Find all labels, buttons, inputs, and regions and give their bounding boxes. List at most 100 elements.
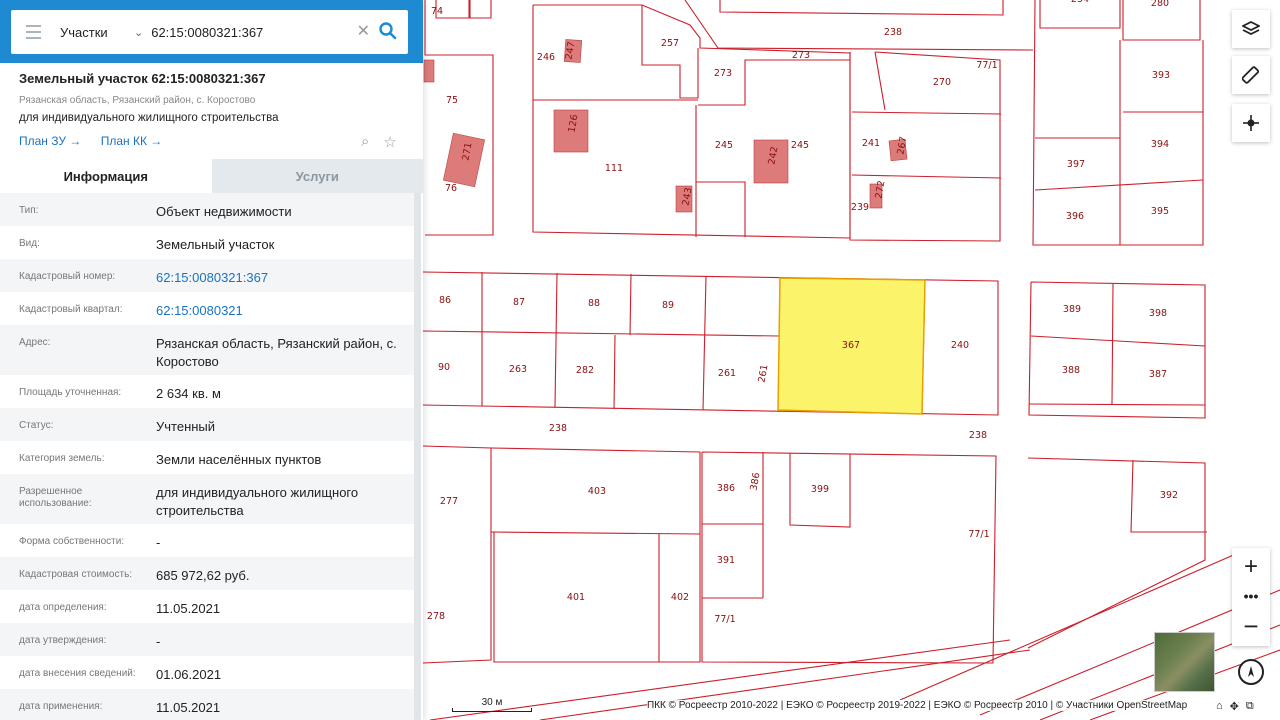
plan-zu-link[interactable]: План ЗУ →	[19, 134, 81, 148]
attribute-row: Статус: Учтенный	[0, 408, 415, 441]
parcel-number-label: 398	[1149, 308, 1167, 319]
attribute-row: Кадастровый номер: 62:15:0080321:367	[0, 259, 415, 292]
parcel-number-label: 391	[717, 555, 735, 566]
attribute-row: Вид: Земельный участок	[0, 226, 415, 259]
parcel-number-label: 245	[715, 140, 733, 151]
attribute-value: Учтенный	[156, 419, 216, 434]
attribute-value: 11.05.2021	[156, 700, 221, 715]
attribute-key: Площадь уточненная:	[19, 387, 122, 398]
parcel-number-label: 389	[1063, 304, 1081, 315]
attribute-value: Рязанская область, Рязанский район, с. К…	[156, 336, 397, 369]
scale-label: 30 м	[481, 697, 503, 708]
parcel-number-label: 282	[576, 365, 594, 376]
compass-icon[interactable]	[1238, 659, 1264, 685]
attribute-key: Статус:	[19, 420, 54, 431]
parcel-number-label: 386	[717, 483, 735, 494]
attribute-key: Тип:	[19, 205, 39, 216]
parcel-number-label: 386	[749, 472, 763, 492]
attribute-key: Адрес:	[19, 337, 51, 348]
attribute-value: для индивидуального жилищного строительс…	[156, 485, 359, 518]
parcel-number-label: 401	[567, 592, 585, 603]
attribute-link[interactable]: 62:15:0080321	[156, 292, 415, 325]
attribute-row: дата внесения сведений: 01.06.2021	[0, 656, 415, 689]
parcel-title: Земельный участок 62:15:0080321:367	[19, 71, 266, 86]
info-panel: Участки ⌄ ✕ ‹ Земельный участок 62:15:00…	[0, 0, 423, 720]
attribute-row: Тип: Объект недвижимости	[0, 193, 415, 226]
zoom-in-button[interactable]: +	[1232, 548, 1270, 586]
more-icon[interactable]: •••	[1232, 586, 1270, 606]
parcel-number-label: 388	[1062, 365, 1080, 376]
parcel-header: Земельный участок 62:15:0080321:367 Ряза…	[19, 71, 414, 124]
parcel-number-label: 367	[842, 340, 860, 351]
attribute-key: дата определения:	[19, 602, 107, 613]
attribute-key: дата внесения сведений:	[19, 668, 136, 679]
attribute-row: дата утверждения: -	[0, 623, 415, 656]
layers-icon[interactable]	[1232, 10, 1270, 48]
star-icon[interactable]: ☆	[383, 133, 396, 151]
parcel-number-label: 77/1	[714, 614, 735, 625]
map-attribution: ПКК © Росреестр 2010-2022 | ЕЭКО © Росре…	[647, 700, 1188, 711]
fullscreen-icon[interactable]: ⧉	[1246, 700, 1254, 713]
attribute-value: Земли населённых пунктов	[156, 452, 322, 467]
crosshair-small-icon[interactable]: ✥	[1230, 700, 1239, 713]
parcel-number-label: 403	[588, 486, 606, 497]
attribute-key: Кадастровый квартал:	[19, 304, 123, 315]
parcel-number-label: 395	[1151, 206, 1169, 217]
attribute-value: Земельный участок	[156, 237, 275, 252]
parcel-number-label: 261	[718, 368, 736, 379]
satellite-layer-toggle[interactable]	[1154, 632, 1215, 692]
attribute-row: Кадастровый квартал: 62:15:0080321	[0, 292, 415, 325]
parcel-number-label: 277	[440, 496, 458, 507]
parcel-number-label: 240	[951, 340, 969, 351]
ruler-icon[interactable]	[1232, 56, 1270, 94]
parcel-number-label: 392	[1160, 490, 1178, 501]
attribute-row: Разрешенное использование: для индивидуал…	[0, 474, 415, 524]
parcel-number-label: 75	[446, 95, 458, 106]
parcel-number-label: 238	[969, 430, 987, 441]
attribute-row: Категория земель: Земли населённых пункто…	[0, 441, 415, 474]
parcel-number-label: 241	[862, 138, 880, 149]
burger-icon[interactable]	[11, 10, 55, 54]
parcel-number-label: 399	[811, 484, 829, 495]
parcel-number-label: 393	[1152, 70, 1170, 81]
parcel-use: для индивидуального жилищного строительс…	[19, 112, 279, 124]
search-box[interactable]: Участки ⌄ ✕	[11, 10, 408, 54]
scrollbar[interactable]	[414, 193, 421, 720]
plan-kk-link[interactable]: План КК →	[101, 134, 163, 148]
parcel-number-label: 394	[1151, 139, 1169, 150]
parcel-number-label: 89	[662, 300, 674, 311]
attribute-key: Кадастровая стоимость:	[19, 569, 133, 580]
parcel-number-label: 246	[537, 52, 555, 63]
close-icon[interactable]: ✕	[357, 21, 370, 41]
search-type-select[interactable]: Участки	[60, 25, 134, 40]
parcel-number-label: 387	[1149, 369, 1167, 380]
document-search-icon[interactable]: ⌕	[361, 133, 369, 151]
parcel-number-label: 257	[661, 38, 679, 49]
parcel-number-label: 242	[767, 146, 781, 166]
crosshair-icon[interactable]	[1232, 104, 1270, 142]
attribute-key: Разрешенное использование:	[19, 486, 92, 509]
parcel-number-label: 402	[671, 592, 689, 603]
attribute-value: Объект недвижимости	[156, 204, 292, 219]
parcel-number-label: 238	[884, 27, 902, 38]
attribute-value: 11.05.2021	[156, 601, 221, 616]
home-icon[interactable]: ⌂	[1216, 700, 1223, 713]
chevron-down-icon[interactable]: ⌄	[134, 26, 143, 39]
attribute-row: Форма собственности: -	[0, 524, 415, 557]
search-icon[interactable]	[378, 21, 398, 41]
attribute-value: 2 634 кв. м	[156, 386, 221, 401]
zoom-out-button[interactable]: −	[1232, 606, 1270, 646]
attribute-list: Тип: Объект недвижимости Вид: Земельный уча…	[0, 193, 415, 720]
attribute-key: дата утверждения:	[19, 635, 107, 646]
tab-information[interactable]: Информация	[0, 159, 212, 193]
attribute-link[interactable]: 62:15:0080321:367	[156, 259, 415, 292]
parcel-number-label: 270	[933, 77, 951, 88]
parcel-number-label: 273	[792, 50, 810, 61]
tab-services[interactable]: Услуги	[211, 159, 423, 193]
parcel-address: Рязанская область, Рязанский район, с. К…	[19, 95, 256, 106]
search-input[interactable]	[151, 24, 342, 40]
parcel-number-label: 280	[1151, 0, 1169, 9]
attribute-value: 01.06.2021	[156, 667, 222, 682]
parcel-number-label: 77/1	[968, 529, 989, 540]
parcel-number-label: 396	[1066, 211, 1084, 222]
